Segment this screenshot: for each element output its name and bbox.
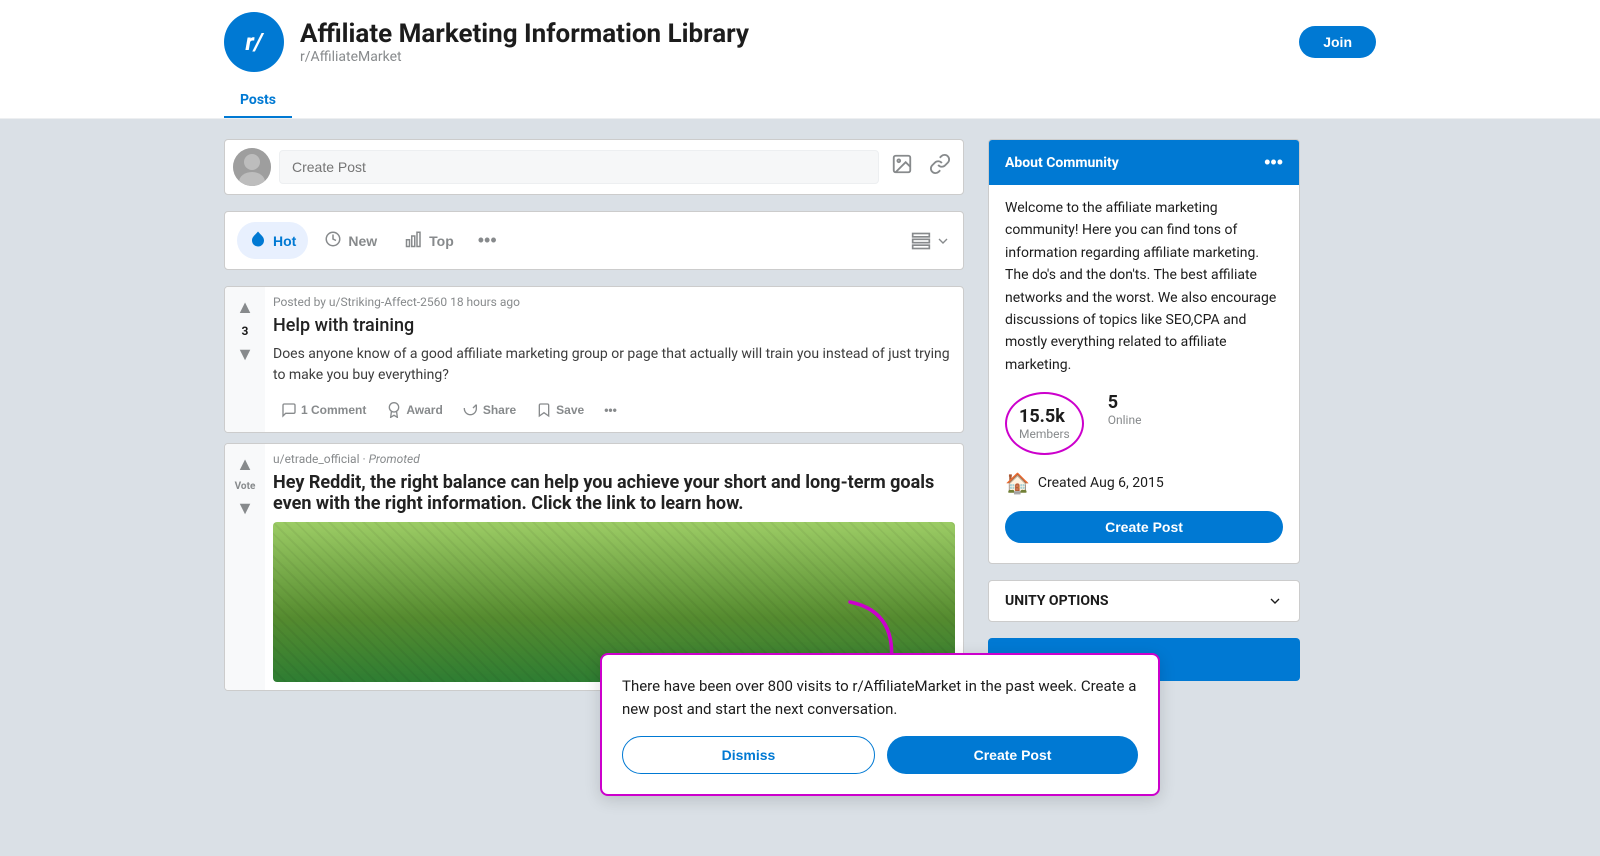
created-row: 🏠 Created Aug 6, 2015 (1005, 471, 1283, 495)
chevron-down-icon (1267, 593, 1283, 609)
save-button[interactable]: Save (528, 396, 592, 424)
online-label: Online (1108, 413, 1142, 427)
community-options-label: UNITY OPTIONS (1005, 593, 1109, 609)
cake-icon: 🏠 (1005, 471, 1030, 495)
create-post-box (224, 139, 964, 195)
reddit-logo: r/ (224, 12, 284, 72)
subreddit-header: r/ Affiliate Marketing Information Libra… (224, 12, 1376, 84)
subreddit-info: Affiliate Marketing Information Library … (300, 19, 1283, 65)
sort-view-toggle[interactable] (911, 231, 951, 251)
right-sidebar: About Community ••• Welcome to the affil… (988, 139, 1300, 701)
top-bar: r/ Affiliate Marketing Information Libra… (0, 0, 1600, 119)
reddit-logo-text: r/ (245, 28, 262, 56)
post-time: 18 hours ago (450, 295, 520, 309)
center-column: Hot New Top (224, 139, 964, 701)
comment-button[interactable]: 1 Comment (273, 396, 374, 424)
sort-more-button[interactable]: ••• (470, 222, 505, 259)
tooltip-popup: There have been over 800 visits to r/Aff… (600, 653, 1160, 796)
vote-count: 3 (242, 324, 249, 338)
sort-bar: Hot New Top (224, 211, 964, 270)
about-header: About Community ••• (989, 140, 1299, 185)
share-button[interactable]: Share (455, 396, 524, 424)
sort-hot-button[interactable]: Hot (237, 222, 308, 259)
post-text: Does anyone know of a good affiliate mar… (273, 344, 955, 386)
promoted-title[interactable]: Hey Reddit, the right balance can help y… (273, 472, 955, 514)
tooltip-actions: Dismiss Create Post (622, 736, 1138, 774)
members-label: Members (1019, 427, 1070, 441)
community-options[interactable]: UNITY OPTIONS (988, 580, 1300, 622)
about-community-card: About Community ••• Welcome to the affil… (988, 139, 1300, 564)
nav-tabs: Posts (224, 84, 1376, 118)
post-meta: Posted by u/Striking-Affect-2560 18 hour… (273, 295, 955, 309)
sort-top-button[interactable]: Top (393, 222, 466, 259)
members-stat: 15.5k Members (1005, 392, 1084, 455)
sort-new-button[interactable]: New (312, 222, 389, 259)
post-card: ▲ 3 ▼ Posted by u/Striking-Affect-2560 1… (224, 286, 964, 433)
post-more-button[interactable]: ••• (596, 397, 625, 423)
promoted-vote-column: ▲ Vote ▼ (225, 444, 265, 690)
avatar (233, 148, 271, 186)
about-description: Welcome to the affiliate marketing commu… (1005, 197, 1283, 376)
vote-column: ▲ 3 ▼ (225, 287, 265, 432)
dismiss-button[interactable]: Dismiss (622, 736, 875, 774)
promoted-downvote-button[interactable]: ▼ (234, 496, 256, 521)
tooltip-create-post-button[interactable]: Create Post (887, 736, 1138, 774)
new-icon (324, 230, 342, 251)
post-body: Posted by u/Striking-Affect-2560 18 hour… (265, 287, 963, 432)
create-post-icons (887, 149, 955, 185)
subreddit-title: Affiliate Marketing Information Library (300, 19, 1283, 49)
about-title: About Community (1005, 155, 1119, 171)
promoted-label: Promoted (369, 452, 420, 466)
promoted-vote-label: Vote (235, 481, 256, 492)
hot-icon (249, 230, 267, 251)
members-count: 15.5k (1019, 406, 1070, 427)
award-button[interactable]: Award (378, 396, 450, 424)
about-body: Welcome to the affiliate marketing commu… (989, 185, 1299, 563)
sidebar-create-post-button[interactable]: Create Post (1005, 511, 1283, 543)
stats-row: 15.5k Members 5 Online (1005, 392, 1283, 455)
promoted-upvote-button[interactable]: ▲ (234, 452, 256, 477)
post-title[interactable]: Help with training (273, 315, 955, 336)
post-actions: 1 Comment Award Shar (273, 396, 955, 424)
top-icon (405, 230, 423, 251)
join-button[interactable]: Join (1299, 26, 1376, 58)
downvote-button[interactable]: ▼ (234, 342, 256, 367)
online-stat: 5 Online (1108, 392, 1142, 455)
promoted-author: u/etrade_official (273, 452, 360, 466)
post-author: u/Striking-Affect-2560 (329, 295, 447, 309)
promoted-post-meta: u/etrade_official · Promoted (273, 452, 955, 466)
created-date: Created Aug 6, 2015 (1038, 475, 1164, 491)
create-post-input[interactable] (279, 150, 879, 184)
link-icon[interactable] (925, 149, 955, 185)
main-content: Hot New Top (200, 119, 1400, 721)
about-more-button[interactable]: ••• (1264, 152, 1283, 173)
subreddit-name: r/AffiliateMarket (300, 49, 1283, 65)
online-count: 5 (1108, 392, 1142, 413)
tab-posts[interactable]: Posts (224, 84, 292, 118)
upvote-button[interactable]: ▲ (234, 295, 256, 320)
image-icon[interactable] (887, 149, 917, 185)
tooltip-text: There have been over 800 visits to r/Aff… (622, 675, 1138, 720)
